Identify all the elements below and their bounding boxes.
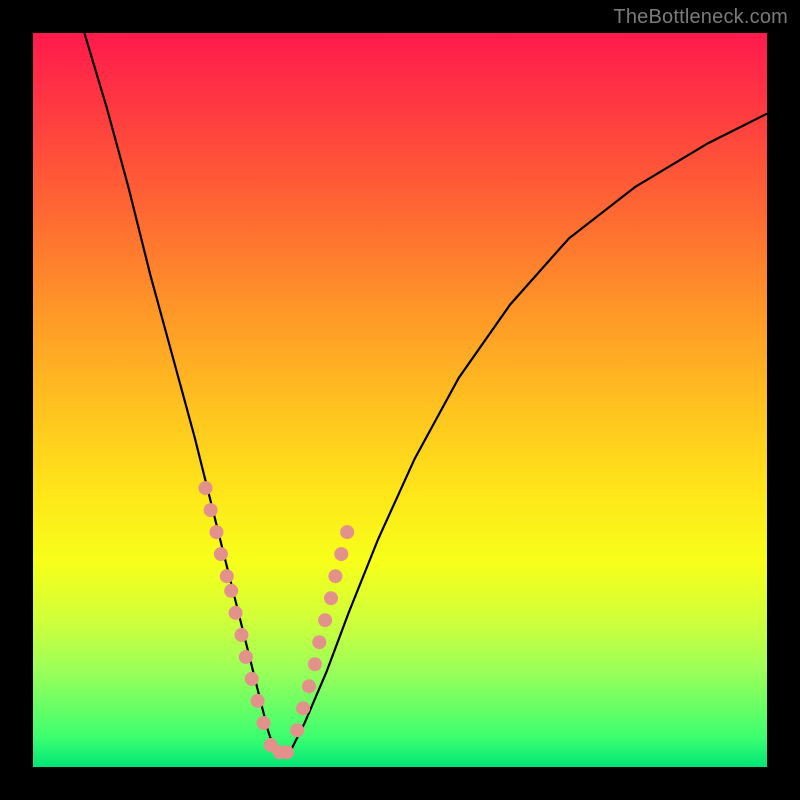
scatter-dot	[210, 525, 224, 539]
scatter-dot	[296, 701, 310, 715]
scatter-dot	[224, 584, 238, 598]
scatter-dot	[308, 657, 322, 671]
scatter-dot	[245, 672, 259, 686]
scatter-dot	[199, 481, 213, 495]
curve-line	[84, 33, 767, 752]
scatter-dot	[204, 503, 218, 517]
scatter-dot	[302, 679, 316, 693]
chart-overlay	[33, 33, 767, 767]
scatter-dot	[251, 694, 265, 708]
scatter-dot	[280, 745, 294, 759]
scatter-dot	[334, 547, 348, 561]
scatter-dot	[312, 635, 326, 649]
scatter-dot	[290, 723, 304, 737]
scatter-dot	[257, 716, 271, 730]
plot-area	[33, 33, 767, 767]
scatter-dot	[214, 547, 228, 561]
scatter-dot	[340, 525, 354, 539]
scatter-group	[199, 481, 355, 759]
scatter-dot	[328, 569, 342, 583]
scatter-dot	[324, 591, 338, 605]
scatter-dot	[318, 613, 332, 627]
scatter-dot	[239, 650, 253, 664]
scatter-dot	[235, 628, 249, 642]
outer-frame: TheBottleneck.com	[0, 0, 800, 800]
scatter-dot	[229, 606, 243, 620]
scatter-dot	[220, 569, 234, 583]
watermark-text: TheBottleneck.com	[613, 6, 788, 29]
